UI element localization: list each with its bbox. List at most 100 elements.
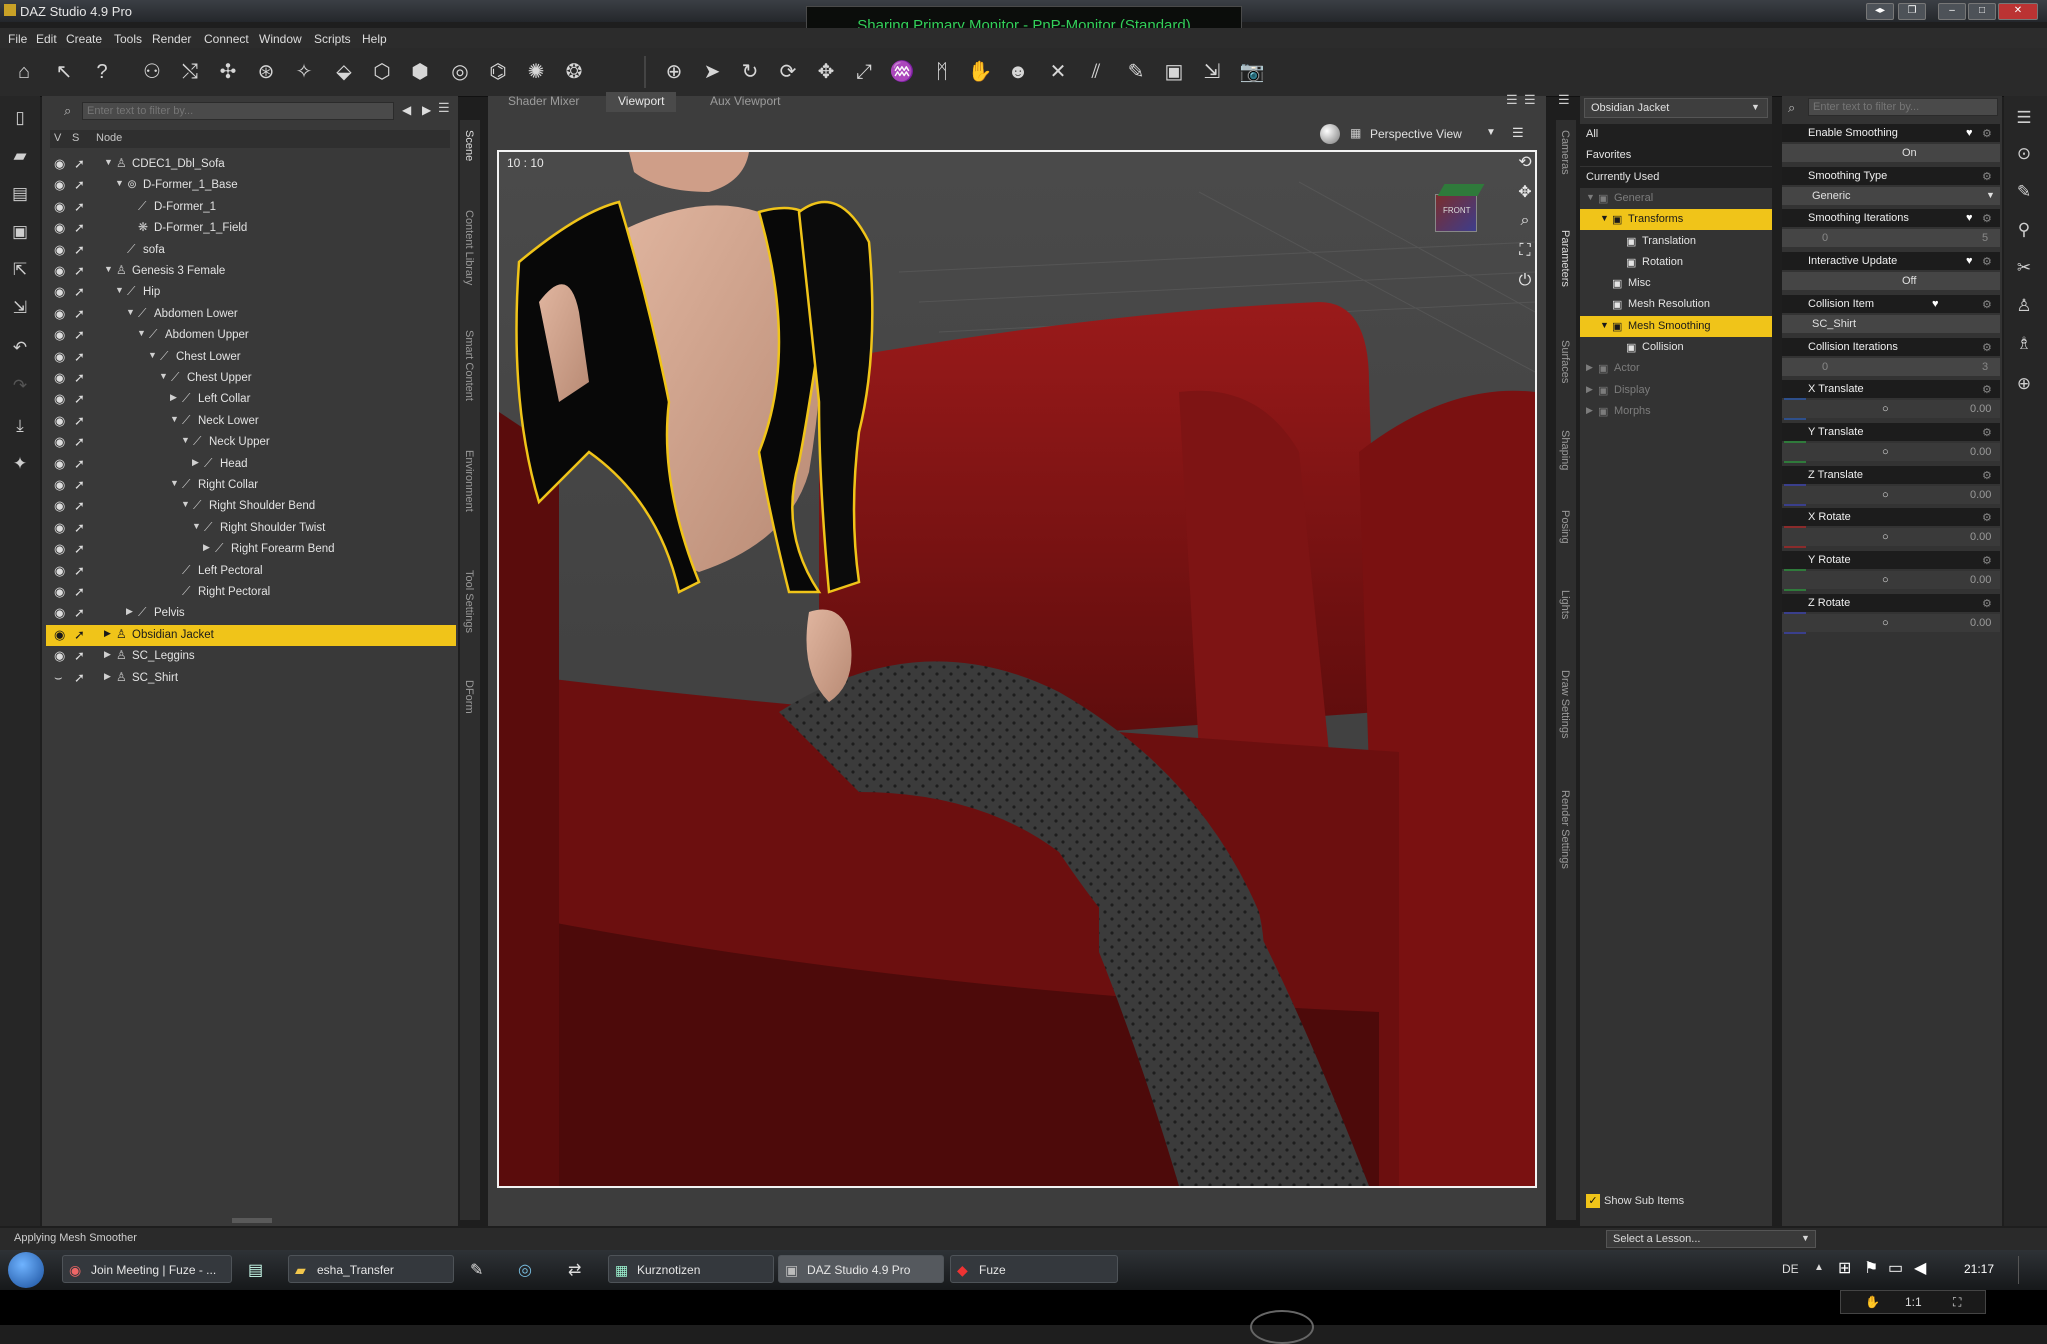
figure-icon[interactable]: ✕ [1044, 58, 1072, 86]
selectable-icon[interactable]: ➚ [74, 327, 85, 343]
selectable-icon[interactable]: ➚ [74, 477, 85, 493]
scene-row[interactable]: ◉ ➚ ▶ ⟋ Head [46, 454, 456, 475]
param-filter-input[interactable] [1808, 98, 1998, 116]
scene-row[interactable]: ◉ ➚ ❋ D-Former_1_Field [46, 218, 456, 239]
tab-surfaces[interactable]: Surfaces [1559, 340, 1571, 383]
eye-icon[interactable]: ◉ [54, 242, 65, 258]
region-nav-icon[interactable]: ⬡ [368, 58, 396, 86]
collapse-arrow-icon[interactable]: ▼ [148, 350, 157, 360]
col-selectable-header[interactable]: S [72, 132, 79, 144]
scene-row[interactable]: ◉ ➚ ▼ ⟋ Hip [46, 282, 456, 303]
param-group-actor[interactable]: ▶ ▣ Actor [1580, 358, 1772, 379]
param-gear-icon[interactable]: ⚙ [1982, 255, 1992, 268]
tab-shader-mixer[interactable]: Shader Mixer [496, 92, 591, 112]
tab-smart-content[interactable]: Smart Content [463, 330, 475, 401]
eye-icon[interactable]: ◉ [54, 563, 65, 579]
hand-icon[interactable]: ✋ [1865, 1295, 1880, 1309]
selectable-icon[interactable]: ➚ [74, 541, 85, 557]
collapse-arrow-icon[interactable]: ▼ [1586, 192, 1595, 202]
value-slider[interactable]: ○ 0.00 [1782, 442, 2000, 461]
param-gear-icon[interactable]: ⚙ [1982, 170, 1992, 183]
twist-icon[interactable]: ⟳ [774, 58, 802, 86]
scene-row[interactable]: ◉ ➚ ▼ ⟋ Right Shoulder Twist [46, 518, 456, 539]
param-gear-icon[interactable]: ⚙ [1982, 212, 1992, 225]
open-file-icon[interactable]: ▰ [8, 144, 32, 168]
puppeteer-icon[interactable]: ✂ [2012, 256, 2036, 280]
pointer-icon[interactable]: ⊕ [660, 58, 688, 86]
value-slider[interactable]: ○ 0.00 [1782, 485, 2000, 504]
menu-render[interactable]: Render [152, 32, 191, 46]
tab-cameras[interactable]: Cameras [1559, 130, 1571, 175]
pose-tool-icon[interactable]: ✎ [2012, 180, 2036, 204]
collapse-arrow-icon[interactable]: ▼ [181, 435, 190, 445]
active-pose-icon[interactable]: ♒ [888, 58, 916, 86]
scene-filter-input[interactable] [82, 102, 394, 120]
collapse-arrow-icon[interactable]: ▼ [137, 328, 146, 338]
tab-aux-viewport[interactable]: Aux Viewport [698, 92, 792, 112]
param-gear-icon[interactable]: ⚙ [1982, 511, 1992, 524]
param-gear-icon[interactable]: ⚙ [1982, 298, 1992, 311]
collapse-arrow-icon[interactable]: ▼ [1600, 213, 1609, 223]
eye-icon[interactable]: ◉ [54, 199, 65, 215]
tab-lights[interactable]: Lights [1559, 590, 1571, 619]
menu-tools[interactable]: Tools [114, 32, 142, 46]
slider-knob[interactable]: ○ [1882, 531, 1889, 543]
draw-style-icon[interactable] [1320, 124, 1340, 144]
eye-icon[interactable]: ◉ [54, 220, 65, 236]
pane-menu-icon[interactable]: ☰ [438, 100, 454, 116]
joint-editor-icon[interactable]: ⤭ [176, 58, 204, 86]
scene-row[interactable]: ◉ ➚ ⟋ Right Pectoral [46, 582, 456, 603]
expand-arrow-icon[interactable]: ▶ [1586, 362, 1593, 373]
param-group-translation[interactable]: ▣ Translation [1580, 231, 1772, 252]
item-field[interactable]: SC_Shirt [1782, 314, 2000, 333]
selectable-icon[interactable]: ➚ [74, 456, 85, 472]
show-sub-items-checkbox[interactable]: ✓ [1586, 1194, 1600, 1208]
selectable-icon[interactable]: ➚ [74, 284, 85, 300]
eye-icon[interactable]: ◉ [54, 520, 65, 536]
frame-icon[interactable]: ⛶ [1515, 242, 1535, 262]
magnet-icon[interactable]: ✋ [966, 58, 994, 86]
eye-icon[interactable]: ◉ [54, 177, 65, 193]
taskbar-app-daz-studio[interactable]: ▣ DAZ Studio 4.9 Pro [778, 1255, 944, 1283]
save-icon[interactable]: ▣ [8, 220, 32, 244]
tab-dform[interactable]: DForm [463, 680, 475, 714]
scene-row[interactable]: ◉ ➚ ▼ ⟋ Chest Upper [46, 368, 456, 389]
pose-icon[interactable]: ♙ [2012, 294, 2036, 318]
favorite-heart-icon[interactable]: ♥ [1966, 127, 1973, 139]
scene-row[interactable]: ⌣ ➚ ▶ ♙ SC_Shirt [46, 668, 456, 689]
node-selection-icon[interactable]: ⬢ [406, 58, 434, 86]
drop-to-floor-icon[interactable]: ⤓ [8, 414, 32, 438]
scene-row[interactable]: ◉ ➚ ▼ ⟋ Abdomen Upper [46, 325, 456, 346]
morph-icon[interactable]: ✺ [522, 58, 550, 86]
taskbar-app-fuze[interactable]: ◆ Fuze [950, 1255, 1118, 1283]
param-group-general[interactable]: ▼ ▣ General [1580, 188, 1772, 209]
whats-this-icon[interactable]: ↖ [50, 58, 78, 86]
scene-row[interactable]: ◉ ➚ ▼ ⟋ Abdomen Lower [46, 304, 456, 325]
orbit-icon[interactable]: ⟲ [1515, 152, 1535, 172]
collapse-arrow-icon[interactable]: ▼ [104, 264, 113, 274]
slider-knob[interactable]: ○ [1882, 446, 1889, 458]
head-icon[interactable]: ☻ [1004, 58, 1032, 86]
eye-icon[interactable]: ◉ [54, 370, 65, 386]
view-cube[interactable]: FRONT [1429, 180, 1485, 234]
param-gear-icon[interactable]: ⚙ [1982, 426, 1992, 439]
param-group-currently-used[interactable]: Currently Used [1580, 166, 1772, 188]
taskbar-app-esha-transfer[interactable]: ▰ esha_Transfer [288, 1255, 454, 1283]
eye-icon[interactable]: ◉ [54, 605, 65, 621]
scene-figure-icon[interactable]: ⚇ [138, 58, 166, 86]
start-button[interactable] [8, 1252, 44, 1288]
pointer-extra-icon[interactable]: ⇲ [1198, 58, 1226, 86]
tab-parameters[interactable]: Parameters [1559, 230, 1571, 287]
col-visible-header[interactable]: V [54, 132, 61, 144]
surface-selection-icon[interactable]: ✧ [290, 58, 318, 86]
param-group-collision[interactable]: ▣ Collision [1580, 337, 1772, 358]
redo-icon[interactable]: ↷ [8, 374, 32, 398]
merge-icon[interactable]: ▤ [8, 182, 32, 206]
window-menu-button[interactable]: ◂▸ [1866, 3, 1894, 20]
figure-settings-icon[interactable]: ✦ [8, 452, 32, 476]
universal-tool-icon[interactable]: ❂ [560, 58, 588, 86]
node-selector[interactable]: Obsidian Jacket ▼ [1584, 98, 1768, 118]
expand-arrow-icon[interactable]: ▶ [104, 628, 111, 639]
collapse-arrow-icon[interactable]: ▼ [181, 499, 190, 509]
forward-arrow-icon[interactable]: ▶ [422, 103, 431, 117]
